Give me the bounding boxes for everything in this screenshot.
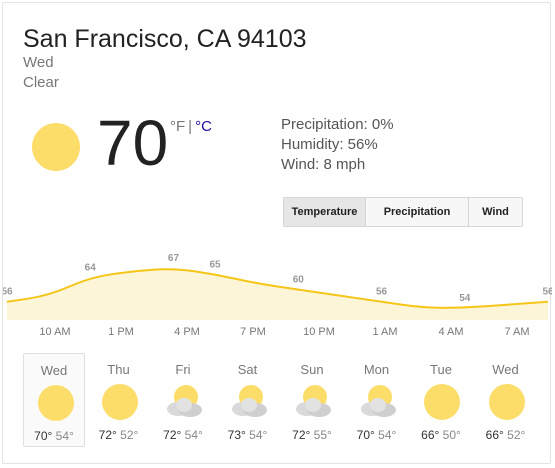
time-label: 4 AM xyxy=(438,326,464,338)
time-label: 1 AM xyxy=(372,326,398,338)
temperature-value-label: 54 xyxy=(459,293,471,304)
forecast-day[interactable]: Sun 72° 55° xyxy=(281,353,343,447)
forecast-high: 70° xyxy=(34,429,53,443)
location-title: San Francisco, CA 94103 xyxy=(23,25,307,53)
unit-toggle: °F | °C xyxy=(170,118,212,135)
time-label: 7 AM xyxy=(504,326,530,338)
temperature-value-label: 60 xyxy=(293,275,305,286)
weather-details: Precipitation: 0% Humidity: 56% Wind: 8 … xyxy=(281,115,394,175)
time-label: 10 AM xyxy=(39,326,71,338)
forecast-day-name: Sat xyxy=(237,362,258,377)
chart-tabs: Temperature Precipitation Wind xyxy=(283,197,523,227)
time-label: 1 PM xyxy=(108,326,134,338)
forecast-temps: 70° 54° xyxy=(24,429,84,443)
weather-card: San Francisco, CA 94103 Wed Clear 70 °F |… xyxy=(2,2,552,464)
forecast-day-name: Thu xyxy=(107,362,130,377)
tab-wind[interactable]: Wind xyxy=(469,198,522,226)
daily-forecast: Wed 70° 54° Thu 72° 52° Fri 72° 54° Sat 73° 5… xyxy=(23,353,539,449)
unit-fahrenheit: °F xyxy=(170,118,186,135)
forecast-low: 54° xyxy=(181,428,203,442)
partly-cloudy-icon xyxy=(358,383,398,421)
current-condition: Clear xyxy=(23,74,59,91)
tab-precipitation[interactable]: Precipitation xyxy=(366,198,469,226)
forecast-high: 70° xyxy=(356,428,375,442)
forecast-day-name: Sun xyxy=(300,362,324,377)
forecast-low: 50° xyxy=(439,428,461,442)
temperature-value-label: 64 xyxy=(85,262,97,273)
forecast-high: 66° xyxy=(421,428,440,442)
precipitation-text: Precipitation: 0% xyxy=(281,116,394,133)
partly-cloudy-icon xyxy=(293,383,333,421)
forecast-temps: 66° 52° xyxy=(475,428,537,442)
forecast-temps: 70° 54° xyxy=(346,428,408,442)
forecast-high: 72° xyxy=(292,428,311,442)
forecast-temps: 73° 54° xyxy=(217,428,279,442)
temperature-value-label: 56 xyxy=(542,287,552,298)
current-day: Wed xyxy=(23,54,54,71)
forecast-high: 72° xyxy=(163,428,182,442)
forecast-high: 72° xyxy=(98,428,117,442)
temperature-chart: 56 64 67 65 60 56 54 56 xyxy=(3,253,552,320)
forecast-day-name: Tue xyxy=(430,362,452,377)
sun-icon xyxy=(36,384,76,422)
sun-icon xyxy=(422,383,462,421)
forecast-low: 54° xyxy=(245,428,268,442)
forecast-high: 73° xyxy=(227,428,246,442)
unit-celsius-link[interactable]: °C xyxy=(195,118,212,135)
forecast-temps: 72° 52° xyxy=(88,428,150,442)
forecast-day-name: Wed xyxy=(40,363,68,378)
forecast-day-name: Fri xyxy=(175,362,191,377)
forecast-day[interactable]: Tue 66° 50° xyxy=(410,353,472,447)
forecast-day[interactable]: Thu 72° 52° xyxy=(88,353,150,447)
forecast-day[interactable]: Fri 72° 54° xyxy=(152,353,214,447)
time-label: 10 PM xyxy=(303,326,335,338)
forecast-low: 54° xyxy=(374,428,397,442)
tab-temperature[interactable]: Temperature xyxy=(284,198,366,226)
forecast-high: 66° xyxy=(485,428,504,442)
forecast-day[interactable]: Wed 70° 54° xyxy=(23,353,85,447)
sun-icon xyxy=(100,383,140,421)
time-axis: 10 AM 1 PM 4 PM 7 PM 10 PM 1 AM 4 AM 7 AM xyxy=(3,326,555,342)
forecast-low: 52° xyxy=(503,428,526,442)
temperature-value-label: 56 xyxy=(3,287,13,298)
current-temperature: 70 xyxy=(97,107,169,179)
temperature-value-label: 65 xyxy=(210,259,222,270)
forecast-day[interactable]: Wed 66° 52° xyxy=(475,353,537,447)
forecast-temps: 72° 54° xyxy=(152,428,214,442)
forecast-day-name: Mon xyxy=(363,362,390,377)
sun-icon xyxy=(32,123,80,171)
forecast-temps: 66° 50° xyxy=(410,428,472,442)
forecast-day[interactable]: Mon 70° 54° xyxy=(346,353,408,447)
forecast-low: 52° xyxy=(116,428,139,442)
time-label: 4 PM xyxy=(174,326,200,338)
forecast-day-name: Wed xyxy=(492,362,519,377)
temperature-value-label: 67 xyxy=(168,253,180,264)
partly-cloudy-icon xyxy=(229,383,269,421)
forecast-temps: 72° 55° xyxy=(281,428,343,442)
forecast-low: 54° xyxy=(52,429,74,443)
time-label: 7 PM xyxy=(240,326,266,338)
forecast-day[interactable]: Sat 73° 54° xyxy=(217,353,279,447)
forecast-low: 55° xyxy=(310,428,332,442)
unit-separator: | xyxy=(188,118,193,135)
sun-icon xyxy=(487,383,527,421)
temperature-value-label: 56 xyxy=(376,287,388,298)
wind-text: Wind: 8 mph xyxy=(281,156,366,173)
partly-cloudy-icon xyxy=(164,383,204,421)
humidity-text: Humidity: 56% xyxy=(281,136,378,153)
